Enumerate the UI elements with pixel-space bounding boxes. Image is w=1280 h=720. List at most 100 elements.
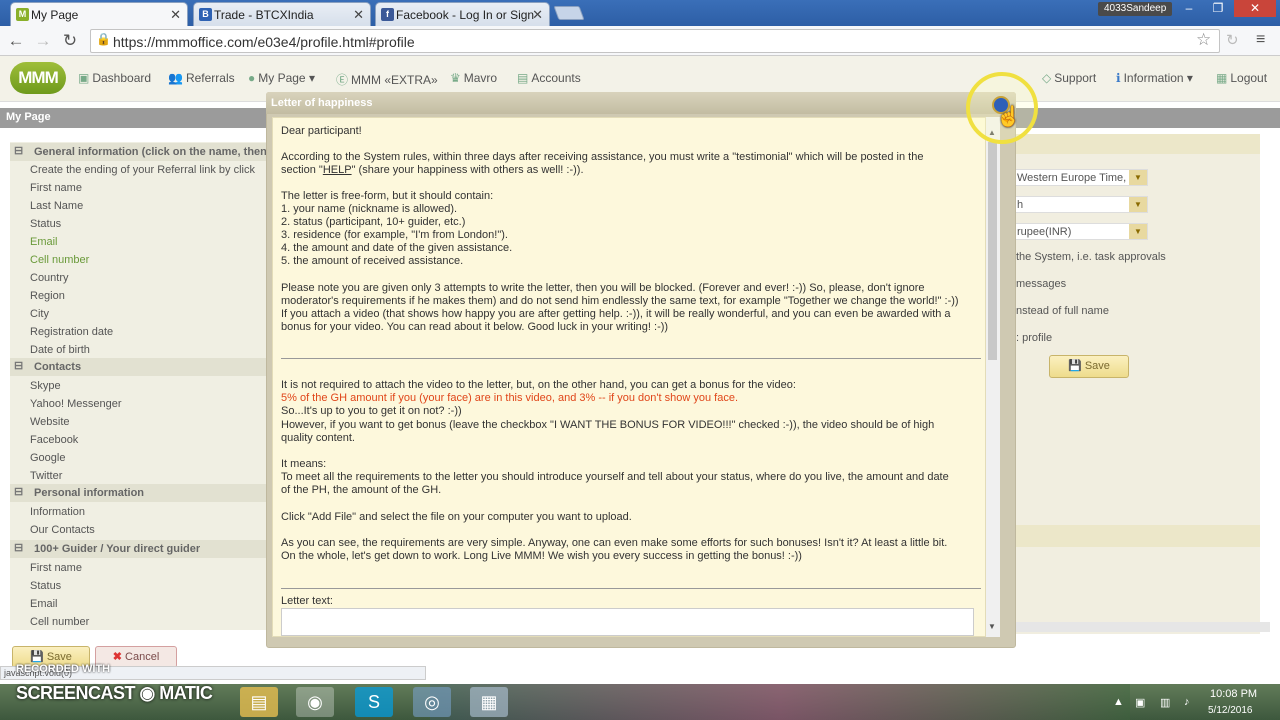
collapse-icon[interactable]: ⊟ — [14, 144, 23, 157]
nav-support[interactable]: ◇ Support — [1042, 71, 1096, 85]
field-label: Status — [30, 580, 62, 592]
horizontal-scrollbar[interactable] — [1012, 622, 1270, 632]
section-personal-information[interactable]: ⊟ Personal information — [10, 484, 270, 502]
scroll-down-icon[interactable]: ▼ — [988, 622, 996, 631]
new-tab-button[interactable] — [553, 6, 585, 20]
minimize-icon[interactable]: – — [1176, 0, 1202, 17]
nav-dashboard[interactable]: ▣ Dashboard — [78, 71, 151, 85]
desktop-wallpaper — [430, 684, 1130, 720]
skype-taskbar-icon[interactable]: S — [355, 687, 393, 717]
profile-info-panel: ⊟ General information (click on the name,… — [10, 142, 270, 630]
rules-text: section "HELP" (share your happiness wit… — [281, 164, 584, 176]
means-text: It means: — [281, 458, 327, 470]
mavro-icon: ♛ — [450, 71, 461, 85]
profile-badge[interactable]: 4033Sandeep — [1098, 2, 1173, 16]
mmm-logo[interactable]: MMM — [10, 62, 66, 94]
maximize-icon[interactable]: ❐ — [1205, 0, 1231, 17]
field-label: First name — [30, 562, 82, 574]
nav-mavro[interactable]: ♛ Mavro — [450, 71, 497, 85]
setting-label: messages — [1016, 278, 1067, 290]
chrome-taskbar-icon[interactable]: ◉ — [296, 687, 334, 717]
clock-date[interactable]: 5/12/2016 — [1208, 705, 1253, 716]
nav-accounts[interactable]: ▤ Accounts — [517, 71, 581, 85]
contents-intro: The letter is free-form, but it should c… — [281, 190, 494, 202]
screencast-watermark: SCREENCAST ◉ MATIC — [16, 683, 213, 703]
setting-label: nstead of full name — [1016, 305, 1109, 317]
field-label: Information — [30, 506, 86, 518]
currency-select[interactable]: rupee(INR) ▼ — [1012, 223, 1148, 240]
bookmark-star-icon[interactable]: ☆ — [1196, 30, 1211, 50]
attempts-text: bonus for your video. You can read about… — [281, 321, 669, 333]
video-text: quality content. — [281, 432, 355, 444]
accounts-icon: ▤ — [517, 71, 529, 85]
video-text: So...It's up to you to get it on not? :-… — [281, 405, 462, 417]
back-arrow-icon[interactable]: ← — [5, 30, 27, 52]
tab-title: My Page — [31, 8, 79, 22]
settings-panel-header — [1012, 134, 1260, 154]
nav-information[interactable]: ℹ Information ▾ — [1116, 71, 1193, 85]
collapse-icon[interactable]: ⊟ — [14, 359, 23, 372]
recorder-taskbar-icon[interactable]: ◎ — [413, 687, 451, 717]
video-text: It is not required to attach the video t… — [281, 379, 796, 391]
tab-facebook[interactable]: f Facebook - Log In or Sign ✕ — [375, 2, 550, 26]
forward-arrow-icon[interactable]: → — [32, 30, 54, 52]
field-label: Region — [30, 290, 65, 302]
help-link[interactable]: HELP — [323, 164, 352, 176]
chevron-down-icon: ▼ — [1129, 224, 1147, 239]
settings-save-button[interactable]: 💾 Save — [1049, 355, 1129, 378]
close-tab-icon[interactable]: ✕ — [353, 7, 364, 23]
contents-item: 3. residence (for example, "I'm from Lon… — [281, 229, 508, 241]
recorder-logo-icon: ◉ — [139, 683, 156, 703]
close-tab-icon[interactable]: ✕ — [532, 7, 543, 23]
section-guider[interactable]: ⊟ 100+ Guider / Your direct guider — [10, 540, 270, 558]
field-label[interactable]: Create the ending of your Referral link … — [30, 164, 255, 176]
contents-item: 5. the amount of received assistance. — [281, 255, 464, 267]
recorder-caption: RECORDED WITH — [16, 663, 111, 675]
field-label[interactable]: Cell number — [30, 254, 89, 266]
window-close-icon[interactable]: ✕ — [1234, 0, 1276, 17]
collapse-icon[interactable]: ⊟ — [14, 485, 23, 498]
user-icon: ● — [248, 71, 256, 85]
reload-icon[interactable]: ↻ — [59, 30, 81, 52]
language-select[interactable]: h ▼ — [1012, 196, 1148, 213]
calculator-taskbar-icon[interactable]: ▦ — [470, 687, 508, 717]
chrome-menu-icon[interactable]: ≡ — [1256, 31, 1265, 49]
setting-label: : profile — [1016, 332, 1053, 344]
tab-btcxindia[interactable]: B Trade - BTCXIndia ✕ — [193, 2, 371, 26]
letter-text-input[interactable] — [281, 608, 974, 636]
dialog-header[interactable] — [266, 92, 1016, 114]
tab-my-page[interactable]: M My Page ✕ — [10, 2, 188, 26]
referrals-icon: 👥 — [168, 71, 183, 85]
section-contacts[interactable]: ⊟ Contacts — [10, 358, 270, 376]
field-label: Our Contacts — [30, 524, 95, 536]
network-icon[interactable]: ▥ — [1160, 696, 1170, 709]
nav-my-page[interactable]: ● My Page ▾ — [248, 71, 315, 85]
scrollbar-thumb[interactable] — [988, 142, 997, 360]
attempts-text: If you attach a video (that shows how ha… — [281, 308, 951, 320]
greeting-text: Dear participant! — [281, 125, 362, 137]
dialog-title: Letter of happiness — [271, 97, 373, 109]
section-general-information[interactable]: ⊟ General information (click on the name,… — [10, 143, 270, 161]
tray-arrow-icon[interactable]: ▲ — [1113, 696, 1124, 708]
divider — [281, 358, 981, 359]
nav-mmm-extra[interactable]: Ⓔ MMM «EXTRA» — [336, 71, 438, 88]
field-label[interactable]: Email — [30, 236, 58, 248]
clock-time[interactable]: 10:08 PM — [1210, 688, 1257, 700]
field-label: Skype — [30, 380, 61, 392]
collapse-icon[interactable]: ⊟ — [14, 541, 23, 554]
info-icon: ℹ — [1116, 71, 1121, 85]
file-explorer-icon[interactable]: ▤ — [240, 687, 278, 717]
attempts-text: moderator's requirements if he makes the… — [281, 295, 959, 307]
closing-text: On the whole, let's get down to work. Lo… — [281, 550, 802, 562]
nav-referrals[interactable]: 👥 Referrals — [168, 71, 235, 85]
tray-app-icon[interactable]: ▣ — [1135, 696, 1145, 709]
extension-icon[interactable]: ↻ — [1226, 31, 1239, 49]
dashboard-icon: ▣ — [78, 71, 90, 85]
close-tab-icon[interactable]: ✕ — [170, 7, 181, 23]
timezone-select[interactable]: Western Europe Time, ▼ — [1012, 169, 1148, 186]
address-bar[interactable]: https://mmmoffice.com/e03e4/profile.html… — [90, 29, 1220, 53]
facebook-favicon-icon: f — [381, 8, 394, 21]
rules-text: According to the System rules, within th… — [281, 151, 924, 163]
nav-logout[interactable]: ▦ Logout — [1216, 71, 1267, 85]
volume-icon[interactable]: ♪ — [1184, 696, 1190, 708]
